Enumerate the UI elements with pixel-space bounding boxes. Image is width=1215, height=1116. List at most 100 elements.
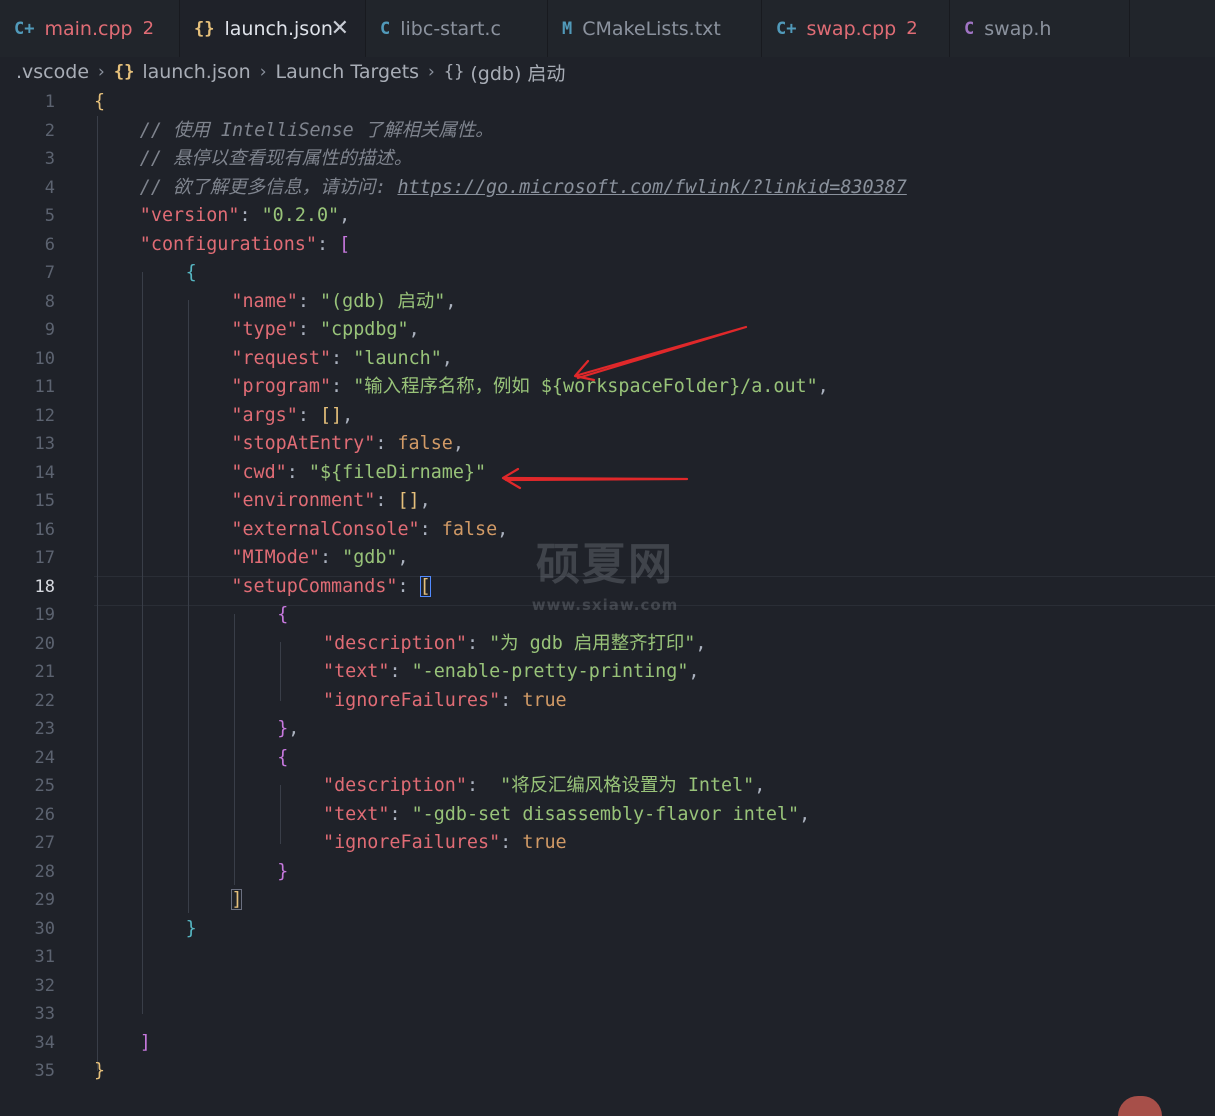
line-number: 6 [44, 234, 55, 255]
code-line[interactable]: 22 "ignoreFailures": true [0, 687, 1215, 716]
code-token: : [316, 233, 340, 255]
line-number: 5 [44, 206, 55, 226]
code-token: "cppdbg" [319, 319, 409, 340]
code-line[interactable]: 24 { [0, 744, 1215, 773]
code-token: , [419, 490, 431, 511]
code-line[interactable]: 7{ [0, 259, 1215, 288]
code-line[interactable]: 6 "configurations": [ [0, 231, 1215, 260]
tab-swap-cpp[interactable]: C+ swap.cpp 2 [762, 0, 950, 57]
code-line[interactable]: 35} [0, 1057, 1215, 1086]
breadcrumb-folder[interactable]: .vscode [16, 61, 89, 83]
tab-main-cpp[interactable]: C+ main.cpp 2 [0, 0, 180, 57]
code-token: : [397, 575, 420, 597]
code-token: "configurations" [139, 233, 317, 255]
code-line[interactable]: 29] [0, 886, 1215, 915]
watermark-url: www.sxiaw.com [531, 596, 679, 614]
chevron-right-icon: › [98, 62, 105, 82]
code-line[interactable]: 11 "program": "输入程序名称，例如 ${workspaceFolde… [0, 373, 1215, 402]
code-token: : [389, 803, 412, 825]
code-token: { [185, 262, 197, 283]
code-line[interactable]: 2 // 使用 IntelliSense 了解相关属性。 [0, 117, 1215, 146]
code-line[interactable]: 12 "args": [], [0, 402, 1215, 431]
code-line[interactable]: 21 "text": "-enable-pretty-printing", [0, 658, 1215, 687]
line-number: 32 [34, 975, 55, 996]
code-token: "stopAtEntry" [231, 433, 376, 454]
code-line[interactable]: 20 "description": "为 gdb 启用整齐打印", [0, 630, 1215, 659]
code-line[interactable]: 1{ [0, 88, 1215, 117]
code-line[interactable]: 3 // 悬停以查看现有属性的描述。 [0, 145, 1215, 174]
code-line[interactable]: 25 "description": "将反汇编风格设置为 Intel", [0, 772, 1215, 801]
code-line[interactable]: 5 "version": "0.2.0", [0, 202, 1215, 231]
breadcrumb-file[interactable]: launch.json [142, 61, 250, 83]
line-number: 29 [34, 890, 55, 910]
code-line[interactable]: 9 "type": "cppdbg", [0, 316, 1215, 345]
code-line[interactable]: 15 "environment": [], [0, 487, 1215, 516]
code-token: ] [231, 889, 243, 910]
code-line[interactable]: 31 [0, 943, 1215, 972]
code-line[interactable]: 4 // 欲了解更多信息，请访问: https://go.microsoft.co… [0, 174, 1215, 203]
code-line[interactable]: 13 "stopAtEntry": false, [0, 430, 1215, 459]
code-token: "request" [231, 347, 332, 369]
code-token: : [319, 547, 343, 568]
tab-libc-start-c[interactable]: Clibc-start.c [366, 0, 548, 57]
code-token: , [408, 319, 420, 340]
code-line[interactable]: 30} [0, 915, 1215, 944]
code-line[interactable]: 26 "text": "-gdb-set disassembly-flavor i… [0, 801, 1215, 830]
code-token: , [339, 205, 351, 226]
file-type-icon: {} [194, 18, 215, 39]
tab-launch-json[interactable]: {} launch.json ✕ [180, 0, 366, 57]
chevron-right-icon: › [428, 62, 435, 82]
code-line[interactable]: 23}, [0, 715, 1215, 744]
code-text: } [186, 915, 197, 944]
code-token: , [397, 547, 409, 568]
code-line[interactable]: 34] [0, 1029, 1215, 1058]
tab-cmakelists-txt[interactable]: M CMakeLists.txt [548, 0, 762, 57]
code-line[interactable]: 10 "request": "launch", [0, 345, 1215, 374]
code-line[interactable]: 8 "name": "(gdb) 启动", [0, 288, 1215, 317]
code-token: "description" [323, 632, 467, 654]
code-line[interactable]: 27 "ignoreFailures": true [0, 829, 1215, 858]
chevron-right-icon: › [259, 62, 267, 82]
code-token: "launch" [353, 347, 442, 369]
tab-swap-h[interactable]: Cswap.h [950, 0, 1130, 57]
problem-count-badge: 2 [906, 18, 918, 39]
line-number: 1 [44, 92, 55, 112]
code-token: } [94, 1060, 106, 1081]
close-icon[interactable]: ✕ [331, 16, 349, 41]
code-text: // 悬停以查看现有属性的描述。 [140, 145, 412, 174]
code-text: "environment": [], [231, 487, 430, 516]
line-number: 9 [44, 320, 55, 340]
code-token: true [522, 689, 567, 711]
code-line[interactable]: 33 [0, 1000, 1215, 1029]
code-line[interactable]: 32 [0, 972, 1215, 1001]
code-line[interactable]: 14 "cwd": "${fileDirname}" [0, 459, 1215, 488]
line-number: 15 [34, 491, 55, 511]
code-text: "args": [], [231, 402, 353, 431]
line-number: 22 [34, 690, 55, 711]
code-text: "MIMode": "gdb", [231, 544, 408, 573]
tab-label: launch.json [224, 17, 333, 40]
code-token: : [297, 290, 320, 312]
breadcrumb-item[interactable]: (gdb) 启动 [470, 59, 565, 86]
tab-label: libc-start.c [400, 17, 501, 40]
code-text: }, [277, 715, 299, 744]
code-text: "ignoreFailures": true [323, 829, 567, 858]
code-token: { [277, 746, 289, 768]
code-text: "setupCommands": [ [231, 573, 431, 602]
code-token: , [342, 404, 354, 426]
code-token: "args" [231, 404, 298, 426]
breadcrumb-section[interactable]: Launch Targets [276, 61, 420, 83]
breadcrumb: .vscode › {} launch.json › Launch Target… [16, 58, 565, 86]
code-text: { [277, 744, 288, 773]
code-token: "输入程序名称，例如 ${workspaceFolder}/a.out" [353, 376, 818, 397]
code-text: "version": "0.2.0", [140, 202, 350, 231]
code-text: "type": "cppdbg", [231, 316, 419, 345]
line-number: 4 [44, 177, 55, 198]
code-token: [ [419, 575, 431, 597]
code-token: [] [319, 404, 343, 426]
code-line[interactable]: 28} [0, 858, 1215, 887]
tab-bar: C+ main.cpp 2 {} launch.json ✕ Clibc-start.c M C… [0, 0, 1215, 57]
code-token[interactable]: https://go.microsoft.com/fwlink/?linkid=… [397, 177, 906, 198]
code-text: "request": "launch", [231, 345, 452, 374]
code-text: "text": "-gdb-set disassembly-flavor int… [323, 801, 810, 830]
